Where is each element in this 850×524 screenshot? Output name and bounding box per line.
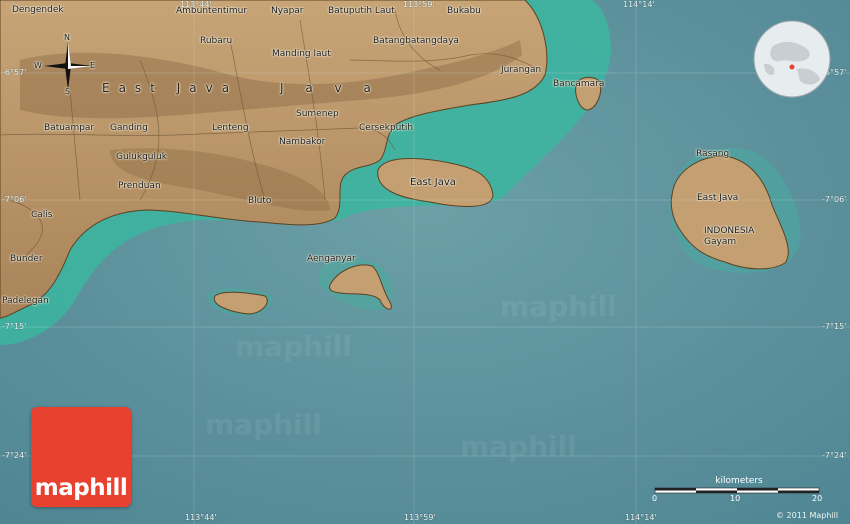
place-label-batuampar[interactable]: Batuampar bbox=[44, 124, 94, 133]
coord-left-lat-4: -7°24' bbox=[2, 451, 27, 460]
coord-right-lat-3: -7°15' bbox=[822, 322, 847, 331]
place-label-nambakor[interactable]: Nambakor bbox=[279, 138, 325, 147]
place-label-bunder[interactable]: Bunder bbox=[10, 255, 43, 264]
place-label-sumenep[interactable]: Sumenep bbox=[296, 110, 339, 119]
scale-title: kilometers bbox=[715, 476, 763, 486]
place-label-lenteng[interactable]: Lenteng bbox=[212, 124, 249, 133]
coord-top-lon-3: 114°14' bbox=[623, 0, 655, 9]
coord-right-lat-2: -7°06' bbox=[822, 195, 847, 204]
locator-globe-icon bbox=[752, 19, 832, 99]
compass-east-label: E bbox=[90, 61, 96, 70]
copyright-text: © 2011 Maphill bbox=[776, 511, 839, 520]
place-label-aenganyar[interactable]: Aenganyar bbox=[307, 255, 356, 264]
watermark: maphill bbox=[235, 330, 352, 363]
place-label-jurangan[interactable]: Jurangan bbox=[501, 66, 541, 75]
island-label-poteran[interactable]: East Java bbox=[410, 178, 456, 188]
place-label-batuputih-laut[interactable]: Batuputih Laut bbox=[328, 7, 395, 16]
place-label-padelegan[interactable]: Padelegan bbox=[2, 297, 49, 306]
place-label-batangbatangdaya[interactable]: Batangbatangdaya bbox=[373, 37, 459, 46]
coord-left-lat-3: -7°15' bbox=[2, 322, 27, 331]
watermark: maphill bbox=[205, 408, 322, 441]
compass-north-label: N bbox=[64, 33, 70, 42]
place-label-gayam[interactable]: Gayam bbox=[704, 238, 736, 247]
coord-left-lat-2: -7°06' bbox=[2, 195, 27, 204]
scale-tick-10: 10 bbox=[730, 494, 741, 503]
place-label-bukabu[interactable]: Bukabu bbox=[447, 7, 481, 16]
watermark: maphill bbox=[500, 290, 617, 323]
maphill-logo[interactable]: maphill bbox=[31, 407, 131, 507]
coord-bottom-lon-1: 113°44' bbox=[185, 513, 217, 522]
place-label-cersekputih[interactable]: Cersekputih bbox=[359, 124, 413, 133]
place-label-dengendek[interactable]: Dengendek bbox=[12, 6, 64, 15]
region-label-east-java-2: J a v a bbox=[280, 81, 380, 95]
place-label-rubaru[interactable]: Rubaru bbox=[200, 37, 232, 46]
place-label-ganding[interactable]: Ganding bbox=[110, 124, 148, 133]
place-label-indonesia[interactable]: INDONESIA bbox=[704, 227, 754, 236]
coord-bottom-lon-2: 113°59' bbox=[404, 513, 436, 522]
place-label-bluto[interactable]: Bluto bbox=[248, 197, 271, 206]
coord-bottom-lon-3: 114°14' bbox=[625, 513, 657, 522]
coord-top-lon-2: 113°59' bbox=[403, 0, 435, 9]
coord-top-lon-1: 113°44' bbox=[180, 0, 212, 9]
compass-icon: N S E W bbox=[34, 34, 96, 96]
place-label-calis[interactable]: Calis bbox=[31, 211, 53, 220]
compass-south-label: S bbox=[65, 87, 71, 96]
place-label-manding-laut[interactable]: Manding laut bbox=[272, 50, 331, 59]
coord-right-lat-4: -7°24' bbox=[822, 451, 847, 460]
place-label-bancamara[interactable]: Bancamara bbox=[553, 80, 604, 89]
scale-tick-20: 20 bbox=[812, 494, 823, 503]
map-viewport[interactable]: maphill maphill maphill maphill East Jav… bbox=[0, 0, 850, 524]
region-label-east-java: East Java bbox=[102, 81, 239, 95]
watermark: maphill bbox=[460, 430, 577, 463]
place-label-rasang[interactable]: Rasang bbox=[696, 150, 729, 159]
place-label-nyapar[interactable]: Nyapar bbox=[271, 7, 304, 16]
scale-bar: kilometers 0 10 20 bbox=[652, 476, 824, 506]
compass-west-label: W bbox=[34, 61, 42, 70]
place-label-gulukguluk[interactable]: Gulukguluk bbox=[116, 153, 167, 162]
maphill-logo-text: maphill bbox=[34, 475, 128, 501]
coord-left-lat-1: -6°57' bbox=[2, 68, 27, 77]
scale-tick-0: 0 bbox=[652, 494, 658, 503]
island-label-sapudi[interactable]: East Java bbox=[697, 194, 738, 203]
place-label-prenduan[interactable]: Prenduan bbox=[118, 182, 161, 191]
